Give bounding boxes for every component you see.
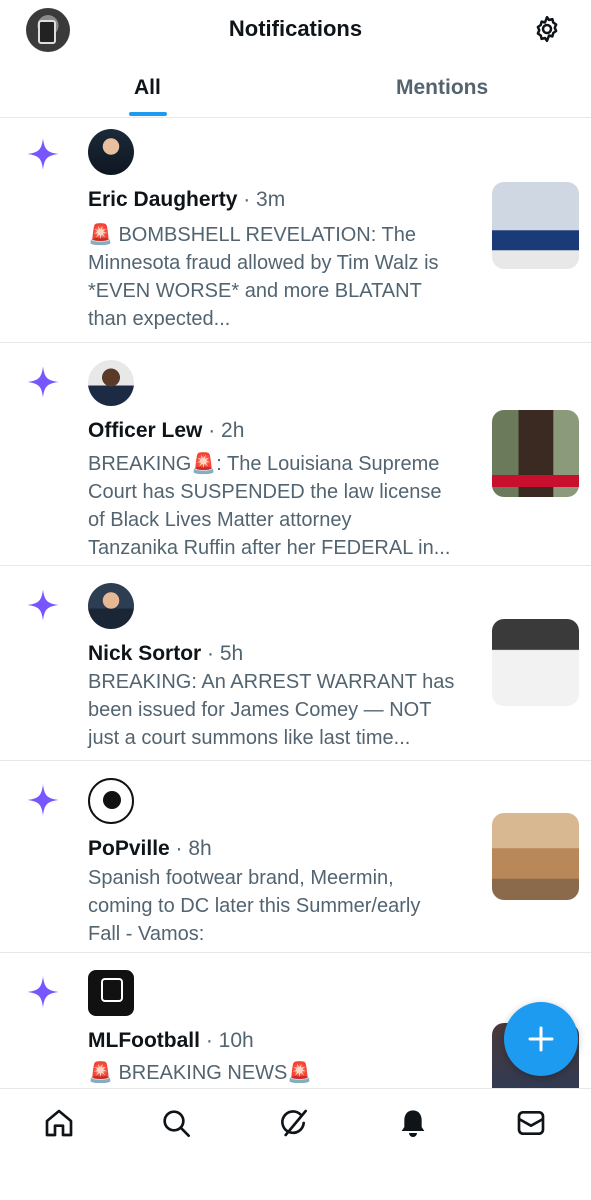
avatar[interactable]	[88, 778, 134, 824]
notification-item[interactable]: Eric Daugherty · 3m 🚨 BOMBSHELL REVELATI…	[0, 119, 591, 343]
timestamp: · 10h	[205, 1029, 254, 1052]
home-icon[interactable]	[43, 1107, 75, 1139]
notification-item[interactable]: PoPville · 8h Spanish footwear brand, Me…	[0, 761, 591, 953]
timestamp: · 5h	[207, 642, 244, 665]
bell-icon[interactable]	[397, 1107, 429, 1139]
text-line: than expected...	[88, 308, 231, 330]
sparkle-icon	[27, 589, 59, 621]
text-line: of Black Lives Matter attorney	[88, 509, 352, 531]
avatar[interactable]	[88, 360, 134, 406]
page-title: Notifications	[228, 16, 363, 41]
mail-icon[interactable]	[515, 1107, 547, 1139]
author-name[interactable]: Nick Sortor	[88, 642, 201, 665]
notification-tabs: All Mentions	[0, 60, 591, 118]
timestamp: · 8h	[175, 837, 212, 860]
media-thumbnail[interactable]	[492, 410, 579, 497]
gear-icon[interactable]	[532, 14, 562, 44]
text-line: *EVEN WORSE* and more BLATANT	[88, 280, 422, 302]
notification-item[interactable]: Nick Sortor · 5h BREAKING: An ARREST WAR…	[0, 566, 591, 761]
media-thumbnail[interactable]	[492, 813, 579, 900]
text-line: Tanzanika Ruffin after her FEDERAL in...	[88, 537, 451, 559]
author-name[interactable]: MLFootball	[88, 1029, 200, 1052]
avatar[interactable]	[88, 583, 134, 629]
notification-text: 🚨 BOMBSHELL REVELATION: The Minnesota fr…	[88, 221, 478, 333]
sparkle-icon	[27, 784, 59, 816]
notification-item[interactable]: Officer Lew · 2h BREAKING🚨: The Louisian…	[0, 343, 591, 566]
text-line: Minnesota fraud allowed by Tim Walz is	[88, 252, 439, 274]
plus-icon	[528, 1026, 554, 1052]
text-line: coming to DC later this Summer/early	[88, 895, 421, 917]
text-line: 🚨 BOMBSHELL REVELATION: The	[88, 224, 416, 246]
notification-header: MLFootball · 10h	[88, 1029, 254, 1053]
sparkle-icon	[27, 976, 59, 1008]
text-line: Spanish footwear brand, Meermin,	[88, 867, 394, 889]
notification-item[interactable]: MLFootball · 10h 🚨 BREAKING NEWS🚨	[0, 953, 591, 1088]
text-line: been issued for James Comey — NOT	[88, 699, 432, 721]
top-bar: Notifications	[0, 0, 591, 60]
author-name[interactable]: Eric Daugherty	[88, 188, 237, 211]
tab-all[interactable]: All	[134, 76, 161, 100]
active-tab-indicator	[129, 112, 167, 116]
sparkle-icon	[27, 138, 59, 170]
notification-header: Eric Daugherty · 3m	[88, 188, 285, 212]
author-name[interactable]: PoPville	[88, 837, 170, 860]
author-name[interactable]: Officer Lew	[88, 419, 202, 442]
grok-icon[interactable]	[279, 1107, 311, 1139]
notification-header: PoPville · 8h	[88, 837, 212, 861]
text-line: 🚨 BREAKING NEWS🚨	[88, 1062, 313, 1084]
tab-mentions[interactable]: Mentions	[396, 76, 488, 100]
text-line: Court has SUSPENDED the law license	[88, 481, 442, 503]
timestamp: · 2h	[208, 419, 245, 442]
avatar[interactable]	[88, 970, 134, 1016]
notification-text: BREAKING: An ARREST WARRANT has been iss…	[88, 668, 478, 752]
notification-header: Nick Sortor · 5h	[88, 642, 243, 666]
timestamp: · 3m	[243, 188, 286, 211]
sparkle-icon	[27, 366, 59, 398]
text-line: BREAKING🚨: The Louisiana Supreme	[88, 453, 440, 475]
notification-text: 🚨 BREAKING NEWS🚨	[88, 1059, 478, 1087]
media-thumbnail[interactable]	[492, 182, 579, 269]
media-thumbnail[interactable]	[492, 619, 579, 706]
search-icon[interactable]	[160, 1107, 192, 1139]
bottom-navigation	[0, 1088, 591, 1200]
text-line: Fall - Vamos:	[88, 923, 205, 945]
notification-text: BREAKING🚨: The Louisiana Supreme Court h…	[88, 450, 478, 562]
notification-header: Officer Lew · 2h	[88, 419, 244, 443]
compose-button[interactable]	[504, 1002, 578, 1076]
text-line: just a court summons like last time...	[88, 727, 411, 749]
notification-text: Spanish footwear brand, Meermin, coming …	[88, 864, 478, 948]
text-line: BREAKING: An ARREST WARRANT has	[88, 671, 455, 693]
avatar[interactable]	[88, 129, 134, 175]
